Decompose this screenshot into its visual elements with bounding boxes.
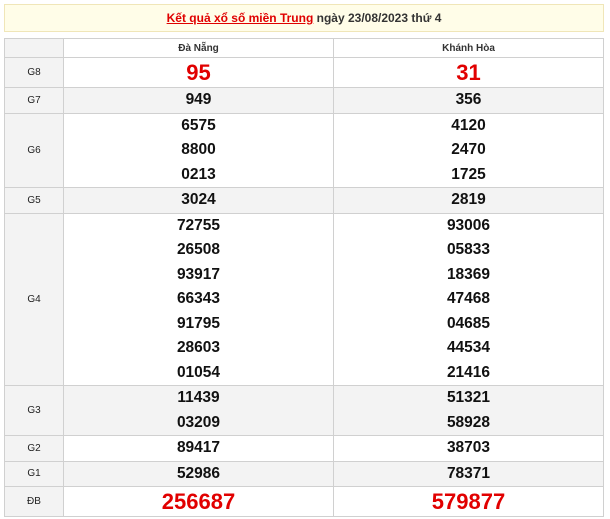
- lottery-number: 52986: [176, 464, 221, 482]
- prize-label: G4: [4, 212, 64, 386]
- lottery-number: 8800: [181, 141, 216, 158]
- lottery-number: 03209: [176, 413, 221, 431]
- danang-numbers: 95: [63, 57, 334, 88]
- prize-row-g3: G3 11439 03209 51321 58928: [4, 385, 604, 436]
- lottery-number: 93006: [446, 216, 491, 234]
- prize-row-g7: G7 949 356: [4, 87, 604, 114]
- lottery-number: 05833: [446, 241, 491, 258]
- khanhhoa-numbers: 31: [333, 57, 604, 88]
- lottery-number: 18369: [446, 265, 491, 283]
- results-title: Kết quả xổ số miền Trung ngày 23/08/2023…: [4, 4, 604, 32]
- lottery-number: 28603: [176, 339, 221, 356]
- prize-label: G1: [4, 460, 64, 487]
- khanhhoa-numbers: 78371: [333, 460, 604, 487]
- results-container: Kết quả xổ số miền Trung ngày 23/08/2023…: [4, 4, 604, 517]
- lottery-number: 579877: [431, 489, 506, 514]
- lottery-number: 11439: [177, 389, 220, 406]
- lottery-number: 04685: [446, 314, 491, 332]
- lottery-number: 21416: [446, 363, 491, 381]
- prize-label: G3: [4, 385, 64, 436]
- lottery-number: 44534: [446, 339, 491, 356]
- prize-label: G5: [4, 187, 64, 214]
- prize-label: G2: [4, 435, 64, 462]
- lottery-number: 2819: [451, 191, 486, 208]
- lottery-number: 256687: [161, 489, 236, 514]
- prize-row-g8: G8 95 31: [4, 57, 604, 88]
- province-header-danang: Đà Nẵng: [63, 38, 334, 58]
- province-header-khanhhoa: Khánh Hòa: [333, 38, 604, 58]
- danang-numbers: 256687: [63, 486, 334, 517]
- khanhhoa-numbers: 51321 58928: [333, 385, 604, 436]
- prize-row-g2: G2 89417 38703: [4, 435, 604, 462]
- lottery-number: 2470: [451, 141, 486, 158]
- lottery-number: 72755: [176, 216, 221, 234]
- prize-row-db: ĐB 256687 579877: [4, 486, 604, 517]
- prize-header: [4, 38, 64, 58]
- prize-row-g6: G6 6575 8800 0213 4120 2470 1725: [4, 112, 604, 188]
- khanhhoa-numbers: 579877: [333, 486, 604, 517]
- title-date: ngày 23/08/2023 thứ 4: [313, 11, 442, 25]
- danang-numbers: 52986: [63, 460, 334, 487]
- lottery-number: 47468: [446, 290, 491, 307]
- region-link[interactable]: Kết quả xổ số miền Trung: [167, 11, 314, 25]
- lottery-number: 3024: [181, 191, 216, 208]
- prize-label: ĐB: [4, 486, 64, 517]
- prize-row-g4: G4 72755 26508 93917 66343 91795 28603 01054 930…: [4, 212, 604, 386]
- khanhhoa-numbers: 2819: [333, 187, 604, 214]
- lottery-number: 0213: [181, 165, 216, 183]
- results-table: Đà Nẵng Khánh Hòa G8 95 31 G7 949 356 G6 6575 88…: [4, 38, 604, 517]
- lottery-number: 1725: [451, 165, 486, 183]
- lottery-number: 356: [455, 91, 482, 108]
- lottery-number: 6575: [181, 116, 216, 134]
- results-body: G8 95 31 G7 949 356 G6 6575 8800 0213 4120 2470 1725…: [4, 57, 604, 517]
- prize-row-g5: G5 3024 2819: [4, 187, 604, 214]
- danang-numbers: 3024: [63, 187, 334, 214]
- lottery-number: 38703: [446, 439, 491, 456]
- prize-label: G7: [4, 87, 64, 114]
- danang-numbers: 949: [63, 87, 334, 114]
- khanhhoa-numbers: 38703: [333, 435, 604, 462]
- danang-numbers: 11439 03209: [63, 385, 334, 436]
- khanhhoa-numbers: 4120 2470 1725: [333, 112, 604, 188]
- prize-label: G6: [4, 112, 64, 188]
- lottery-number: 51321: [446, 389, 491, 406]
- prize-row-g1: G1 52986 78371: [4, 460, 604, 487]
- lottery-number: 93917: [176, 265, 221, 283]
- lottery-number: 26508: [176, 241, 221, 258]
- danang-numbers: 89417: [63, 435, 334, 462]
- lottery-number: 58928: [446, 413, 491, 431]
- lottery-number: 31: [456, 60, 481, 85]
- lottery-number: 91795: [176, 314, 221, 332]
- khanhhoa-numbers: 93006 05833 18369 47468 04685 44534 21416: [333, 212, 604, 386]
- danang-numbers: 72755 26508 93917 66343 91795 28603 01054: [63, 212, 334, 386]
- danang-numbers: 6575 8800 0213: [63, 112, 334, 188]
- lottery-number: 89417: [176, 439, 221, 456]
- prize-label: G8: [4, 57, 64, 88]
- lottery-number: 949: [185, 91, 212, 108]
- lottery-number: 66343: [176, 290, 221, 307]
- khanhhoa-numbers: 356: [333, 87, 604, 114]
- lottery-number: 95: [186, 60, 211, 85]
- lottery-number: 01054: [176, 363, 221, 381]
- lottery-number: 78371: [446, 464, 491, 482]
- lottery-number: 4120: [451, 116, 486, 134]
